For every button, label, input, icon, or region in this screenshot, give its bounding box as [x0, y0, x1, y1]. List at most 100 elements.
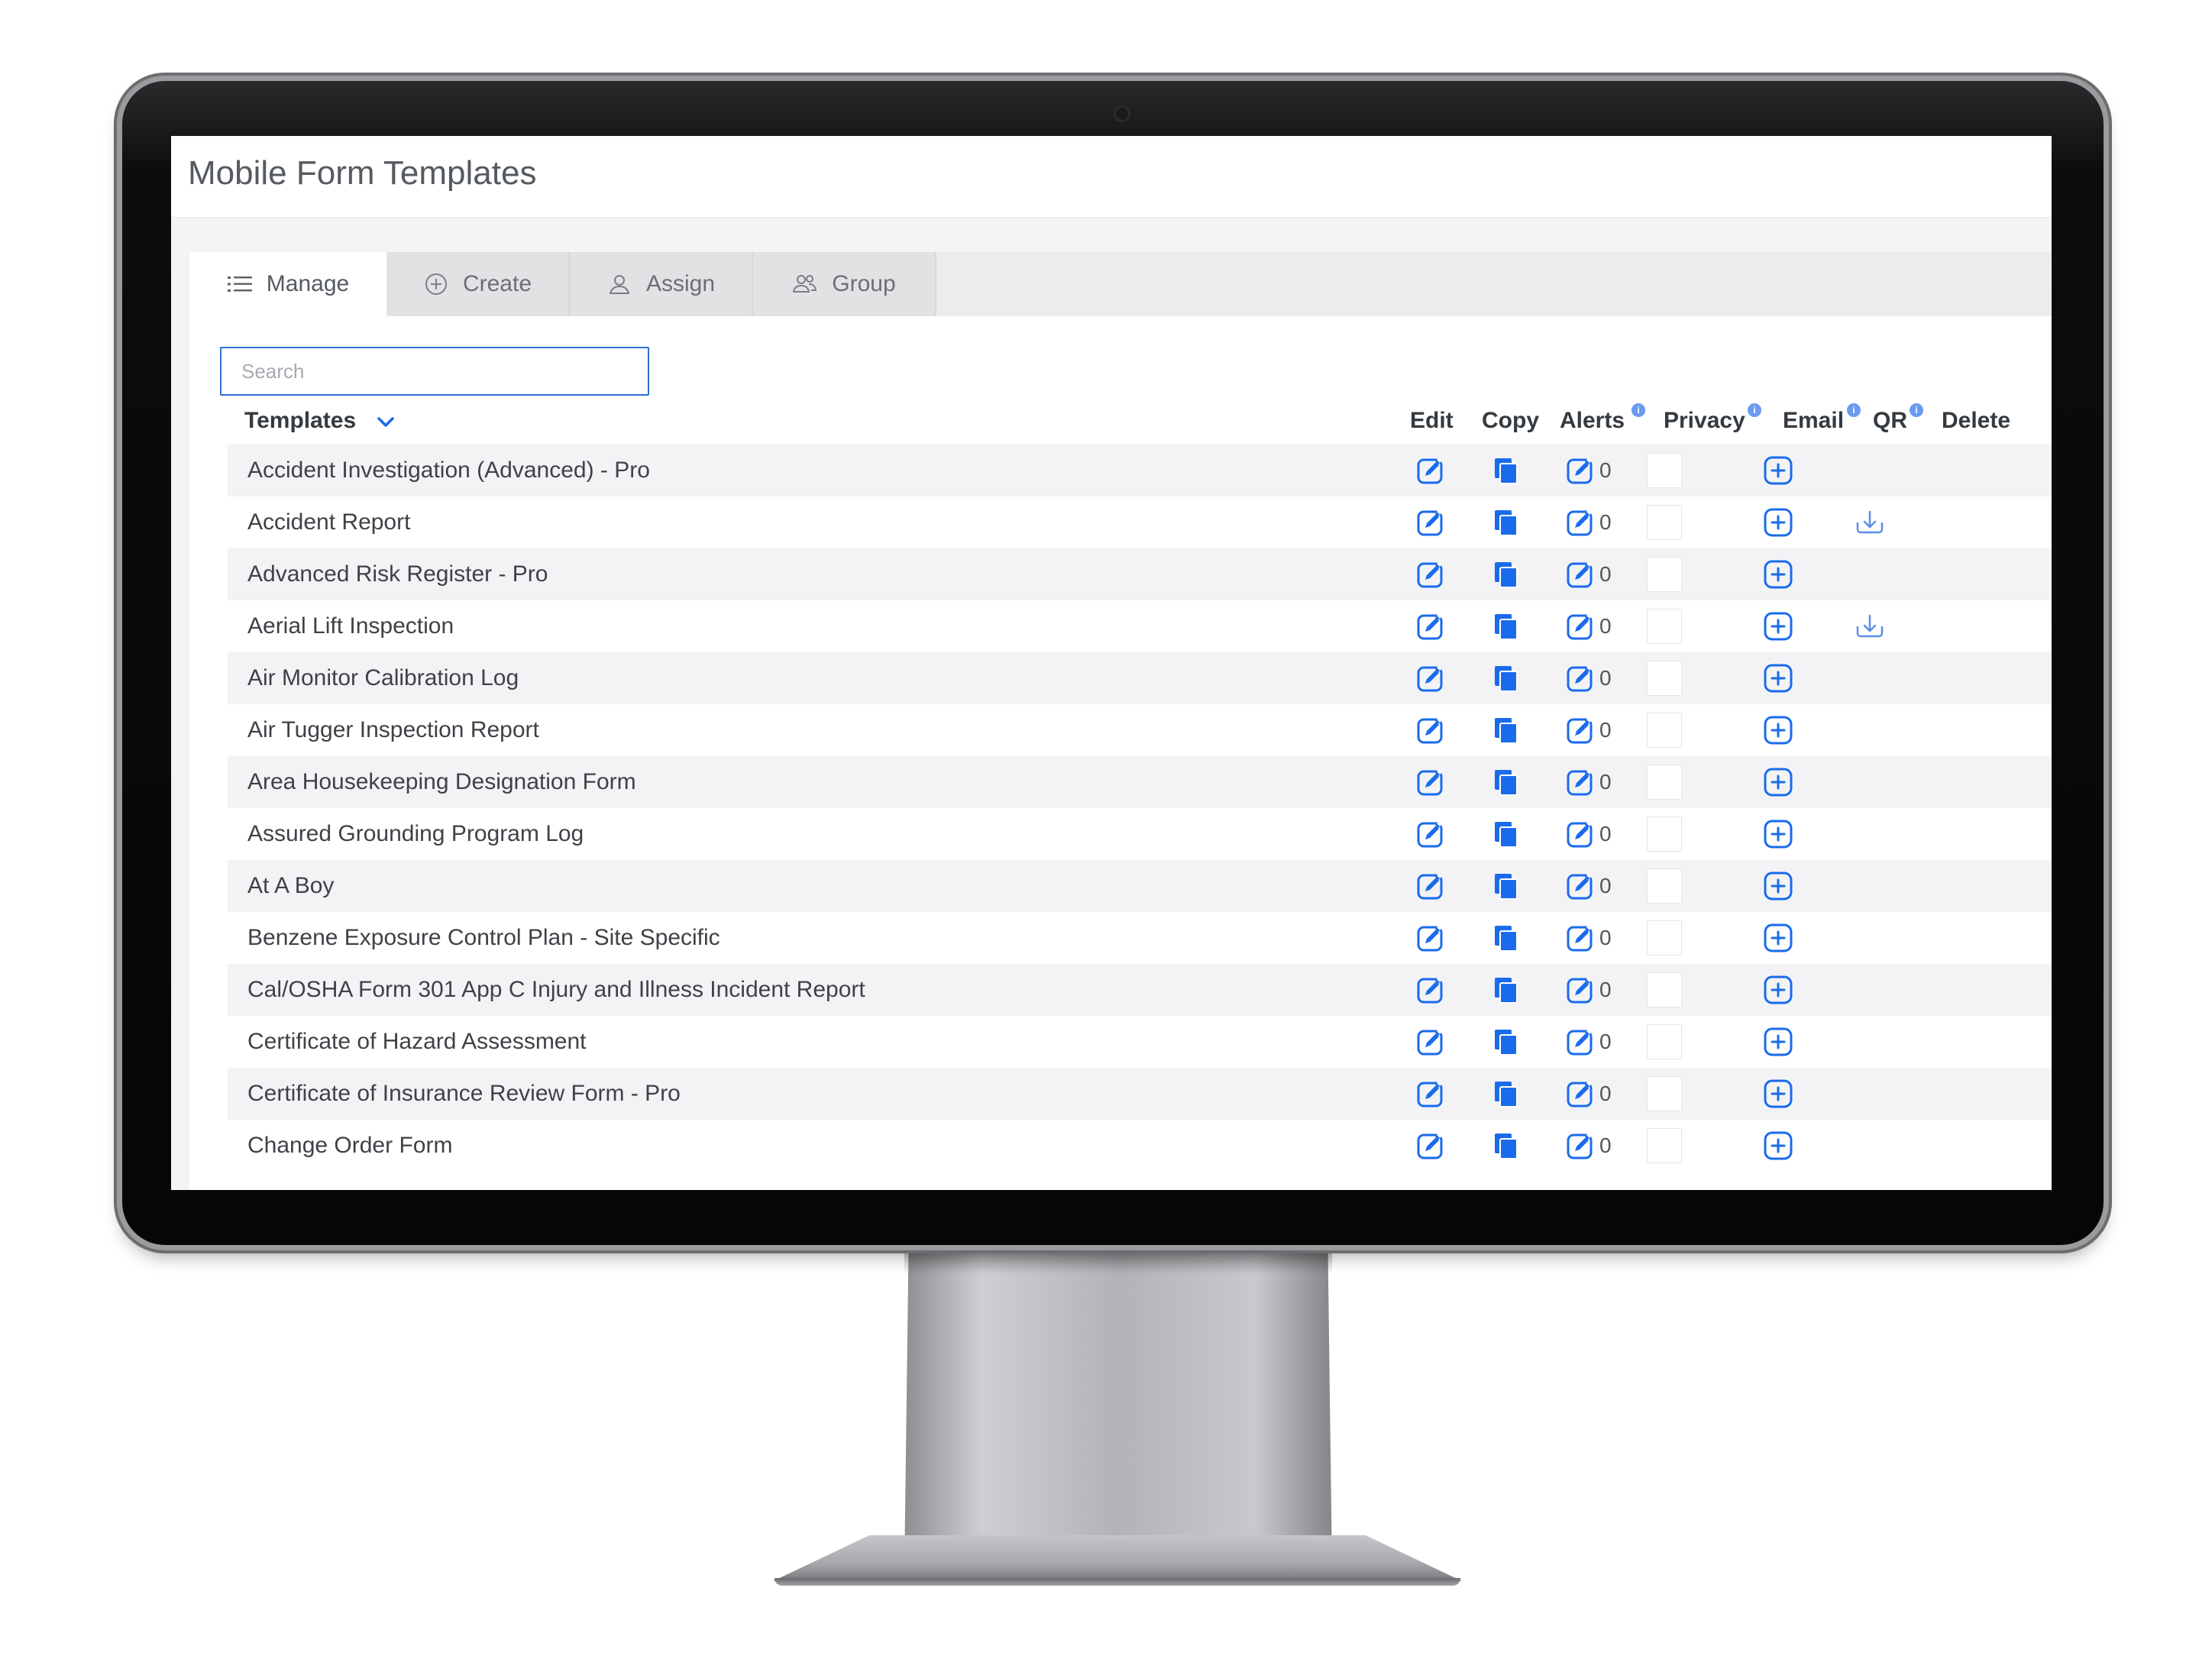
- copy-icon[interactable]: [1492, 768, 1520, 797]
- edit-icon[interactable]: [1416, 612, 1445, 641]
- edit-icon[interactable]: [1416, 975, 1445, 1004]
- edit-icon[interactable]: [1416, 716, 1445, 745]
- privacy-checkbox[interactable]: [1647, 920, 1682, 956]
- copy-icon[interactable]: [1492, 820, 1520, 849]
- plus-square-icon[interactable]: [1763, 923, 1793, 952]
- privacy-checkbox[interactable]: [1647, 817, 1682, 852]
- plus-square-icon[interactable]: [1763, 612, 1793, 641]
- plus-square-icon[interactable]: [1763, 1131, 1793, 1160]
- copy-icon[interactable]: [1492, 1079, 1520, 1108]
- privacy-checkbox[interactable]: [1647, 1024, 1682, 1059]
- privacy-checkbox[interactable]: [1647, 868, 1682, 904]
- edit-icon[interactable]: [1416, 508, 1445, 537]
- privacy-checkbox[interactable]: [1647, 765, 1682, 800]
- privacy-checkbox[interactable]: [1647, 1128, 1682, 1163]
- alert-edit-icon[interactable]: [1566, 872, 1595, 901]
- alert-edit-icon[interactable]: [1566, 612, 1595, 641]
- copy-icon[interactable]: [1492, 975, 1520, 1004]
- edit-icon[interactable]: [1416, 768, 1445, 797]
- edit-icon[interactable]: [1416, 560, 1445, 589]
- table-row: Area Housekeeping Designation Form 0: [228, 756, 2052, 808]
- plus-square-icon[interactable]: [1763, 664, 1793, 693]
- tab-group[interactable]: Group: [753, 252, 936, 316]
- alert-count: 0: [1599, 770, 1612, 794]
- alerts-info-icon[interactable]: i: [1632, 403, 1645, 417]
- alert-edit-icon[interactable]: [1566, 768, 1595, 797]
- copy-icon[interactable]: [1492, 716, 1520, 745]
- qr-info-icon[interactable]: i: [1910, 403, 1923, 417]
- alerts-cell: 0: [1566, 872, 1612, 901]
- users-icon: [792, 271, 818, 297]
- plus-square-icon[interactable]: [1763, 820, 1793, 849]
- copy-icon[interactable]: [1492, 508, 1520, 537]
- edit-icon[interactable]: [1416, 1131, 1445, 1160]
- email-info-icon[interactable]: i: [1847, 403, 1861, 417]
- copy-icon[interactable]: [1492, 664, 1520, 693]
- table-header: Templates Edit Copy Alerts i Privacy i E…: [228, 402, 2052, 448]
- plus-square-icon[interactable]: [1763, 716, 1793, 745]
- alert-edit-icon[interactable]: [1566, 560, 1595, 589]
- copy-icon[interactable]: [1492, 456, 1520, 485]
- plus-square-icon[interactable]: [1763, 768, 1793, 797]
- alerts-column-header: Alerts i: [1560, 403, 1645, 434]
- privacy-checkbox[interactable]: [1647, 505, 1682, 540]
- plus-square-icon[interactable]: [1763, 560, 1793, 589]
- plus-square-icon[interactable]: [1763, 1027, 1793, 1056]
- edit-icon[interactable]: [1416, 923, 1445, 952]
- template-name: Aerial Lift Inspection: [247, 613, 454, 639]
- alert-edit-icon[interactable]: [1566, 456, 1595, 485]
- template-name: At A Boy: [247, 873, 335, 898]
- edit-icon[interactable]: [1416, 664, 1445, 693]
- privacy-checkbox[interactable]: [1647, 1076, 1682, 1111]
- plus-square-icon[interactable]: [1763, 872, 1793, 901]
- alert-edit-icon[interactable]: [1566, 508, 1595, 537]
- copy-icon[interactable]: [1492, 1027, 1520, 1056]
- download-icon[interactable]: [1855, 612, 1885, 641]
- plus-square-icon[interactable]: [1763, 456, 1793, 485]
- template-name: Certificate of Hazard Assessment: [247, 1029, 587, 1054]
- copy-icon[interactable]: [1492, 560, 1520, 589]
- copy-icon[interactable]: [1492, 872, 1520, 901]
- alert-edit-icon[interactable]: [1566, 923, 1595, 952]
- privacy-checkbox[interactable]: [1647, 609, 1682, 644]
- copy-icon[interactable]: [1492, 612, 1520, 641]
- privacy-checkbox[interactable]: [1647, 661, 1682, 696]
- alert-edit-icon[interactable]: [1566, 664, 1595, 693]
- copy-icon[interactable]: [1492, 923, 1520, 952]
- copy-icon[interactable]: [1492, 1131, 1520, 1160]
- edit-icon[interactable]: [1416, 820, 1445, 849]
- privacy-checkbox[interactable]: [1647, 972, 1682, 1007]
- tab-assign[interactable]: Assign: [570, 252, 753, 316]
- template-name: Certificate of Insurance Review Form - P…: [247, 1081, 681, 1106]
- edit-icon[interactable]: [1416, 872, 1445, 901]
- plus-square-icon[interactable]: [1763, 508, 1793, 537]
- alert-edit-icon[interactable]: [1566, 716, 1595, 745]
- alert-edit-icon[interactable]: [1566, 1079, 1595, 1108]
- alert-edit-icon[interactable]: [1566, 820, 1595, 849]
- edit-icon[interactable]: [1416, 1027, 1445, 1056]
- tab-create[interactable]: Create: [386, 252, 570, 316]
- tab-manage[interactable]: Manage: [189, 252, 386, 316]
- edit-icon[interactable]: [1416, 1079, 1445, 1108]
- template-name: Air Monitor Calibration Log: [247, 665, 519, 690]
- alerts-cell: 0: [1566, 612, 1612, 641]
- alert-edit-icon[interactable]: [1566, 1131, 1595, 1160]
- app-header: Mobile Form Templates: [171, 136, 2052, 218]
- tab-bar-filler: [936, 252, 2052, 316]
- alert-edit-icon[interactable]: [1566, 975, 1595, 1004]
- privacy-checkbox[interactable]: [1647, 453, 1682, 488]
- edit-icon[interactable]: [1416, 456, 1445, 485]
- tab-manage-label: Manage: [266, 271, 350, 296]
- plus-square-icon[interactable]: [1763, 1079, 1793, 1108]
- privacy-info-icon[interactable]: i: [1748, 403, 1761, 417]
- download-icon[interactable]: [1855, 508, 1885, 537]
- plus-square-icon[interactable]: [1763, 975, 1793, 1004]
- alerts-cell: 0: [1566, 768, 1612, 797]
- template-name: Cal/OSHA Form 301 App C Injury and Illne…: [247, 977, 865, 1002]
- templates-sort-header[interactable]: Templates: [244, 408, 395, 435]
- privacy-checkbox[interactable]: [1647, 557, 1682, 592]
- search-input[interactable]: [220, 347, 649, 396]
- privacy-checkbox[interactable]: [1647, 713, 1682, 748]
- alert-edit-icon[interactable]: [1566, 1027, 1595, 1056]
- alerts-cell: 0: [1566, 975, 1612, 1004]
